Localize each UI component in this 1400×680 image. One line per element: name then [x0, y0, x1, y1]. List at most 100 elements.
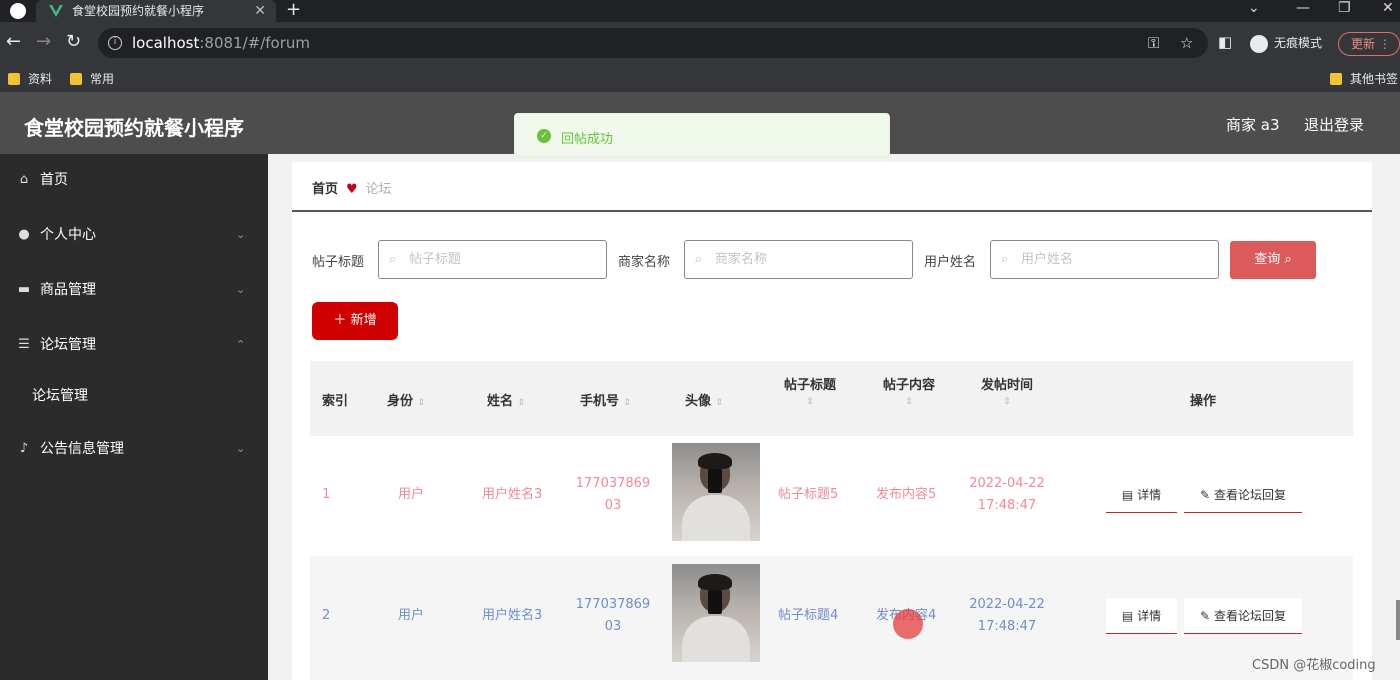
sort-icon[interactable]: ⇕: [1003, 397, 1011, 407]
sidebar: ⌂ 首页 ● 个人中心 ⌄ ▬ 商品管理 ⌄ ☰ 论坛管理 ⌃ 论坛管理 ♪ 公…: [0, 154, 268, 680]
browser-tab[interactable]: 食堂校园预约就餐小程序 ✕: [36, 0, 276, 22]
sidebar-item-label: 论坛管理: [32, 388, 88, 404]
sidebar-item-goods[interactable]: ▬ 商品管理 ⌄: [0, 272, 268, 308]
update-button[interactable]: 更新 ⋮: [1338, 32, 1400, 56]
sidebar-item-label: 论坛管理: [40, 337, 96, 353]
merchant-name-input[interactable]: ⌕ 商家名称: [684, 240, 913, 279]
bookmark-folder-1[interactable]: 资料: [8, 70, 52, 87]
cell-phone: 177037869 03: [575, 476, 651, 513]
sidebar-item-label: 个人中心: [40, 227, 96, 243]
chevron-down-icon: ⌄: [236, 228, 246, 241]
update-label: 更新: [1351, 37, 1376, 51]
avatar-image: [672, 564, 760, 662]
sidebar-item-announcements[interactable]: ♪ 公告信息管理 ⌄: [0, 431, 268, 467]
logout-button[interactable]: 退出登录: [1304, 114, 1364, 135]
bookmark-star-icon[interactable]: ☆: [1180, 28, 1193, 58]
site-info-icon[interactable]: i: [108, 36, 122, 50]
cell-post-time: 2022-04-22 17:48:47: [969, 597, 1045, 634]
cell-post-title: 帖子标题4: [778, 608, 839, 623]
app-title: 食堂校园预约就餐小程序: [24, 116, 244, 140]
incognito-icon: [1250, 34, 1268, 53]
sort-icon[interactable]: ⇕: [716, 398, 724, 408]
address-bar[interactable]: i localhost:8081/#/forum ⚿ ☆: [98, 28, 1208, 58]
sidebar-subitem-forum[interactable]: 论坛管理: [0, 378, 268, 414]
sort-icon[interactable]: ⇕: [518, 398, 526, 408]
sidebar-item-profile[interactable]: ● 个人中心 ⌄: [0, 217, 268, 253]
scrollbar[interactable]: [1396, 600, 1400, 640]
bookmark-label: 资料: [28, 72, 53, 86]
col-role[interactable]: 身份 ⇕: [387, 390, 425, 409]
avatar-image: [672, 443, 760, 541]
search-icon: ⌕: [389, 252, 397, 267]
plus-icon: ＋: [333, 313, 347, 328]
sidebar-item-forum[interactable]: ☰ 论坛管理 ⌃: [0, 327, 268, 363]
detail-button[interactable]: ▤ 详情: [1106, 598, 1177, 634]
vue-logo-icon: [49, 5, 63, 17]
close-window-icon[interactable]: ✕: [1382, 0, 1394, 16]
view-replies-button[interactable]: ✎ 查看论坛回复: [1184, 598, 1302, 634]
breadcrumb-home[interactable]: 首页: [312, 182, 338, 197]
success-toast: ✓ 回帖成功: [514, 113, 890, 157]
chevron-down-icon: ⌄: [236, 442, 246, 455]
col-phone[interactable]: 手机号 ⇕: [580, 390, 631, 409]
merchant-name-label: 商家名称: [618, 255, 671, 270]
cell-name: 用户姓名3: [482, 487, 543, 502]
sort-icon[interactable]: ⇕: [418, 398, 426, 408]
new-tab-icon[interactable]: +: [286, 0, 301, 20]
home-icon: ⌂: [19, 172, 29, 187]
chat-icon: ▬: [17, 282, 31, 297]
other-bookmarks[interactable]: 其他书签: [1330, 70, 1398, 87]
col-actions: 操作: [1190, 394, 1217, 409]
detail-button[interactable]: ▤ 详情: [1106, 477, 1177, 513]
sidebar-toggle-icon[interactable]: ◧: [1218, 31, 1232, 53]
sort-icon[interactable]: ⇕: [806, 397, 814, 407]
close-tab-icon[interactable]: ✕: [254, 0, 266, 22]
view-replies-button[interactable]: ✎ 查看论坛回复: [1184, 477, 1302, 513]
col-post-title[interactable]: 帖子标题 ⇕: [780, 374, 840, 408]
menu-icon: ☰: [18, 337, 30, 352]
minimize-icon[interactable]: —: [1296, 0, 1310, 16]
key-icon[interactable]: ⚿: [1148, 28, 1159, 58]
sidebar-item-label: 公告信息管理: [40, 441, 124, 457]
restore-icon[interactable]: ❐: [1338, 0, 1351, 16]
divider: [292, 210, 1372, 212]
cell-phone: 177037869 03: [575, 597, 651, 634]
cell-post-title: 帖子标题5: [778, 487, 839, 502]
user-name-input[interactable]: ⌕ 用户姓名: [990, 240, 1219, 279]
reload-icon[interactable]: ↻: [66, 31, 81, 53]
sidebar-item-home[interactable]: ⌂ 首页: [0, 162, 268, 198]
url-host: localhost: [132, 34, 200, 52]
post-title-label: 帖子标题: [312, 255, 365, 270]
other-bookmarks-label: 其他书签: [1350, 72, 1399, 86]
browser-menu-icon[interactable]: [10, 3, 26, 19]
col-name[interactable]: 姓名 ⇕: [487, 390, 525, 409]
document-icon: ▤: [1121, 609, 1134, 623]
incognito-indicator[interactable]: 无痕模式: [1250, 34, 1322, 53]
cell-post-time: 2022-04-22 17:48:47: [969, 476, 1045, 513]
sidebar-item-label: 商品管理: [40, 282, 96, 298]
col-post-content[interactable]: 帖子内容 ⇕: [879, 374, 939, 408]
search-icon: ⌕: [1001, 252, 1009, 267]
edit-icon: ✎: [1200, 609, 1211, 623]
add-button[interactable]: ＋ 新增: [312, 302, 398, 340]
col-post-time[interactable]: 发帖时间 ⇕: [977, 374, 1037, 408]
sort-icon[interactable]: ⇕: [905, 397, 913, 407]
sort-icon[interactable]: ⇕: [624, 398, 632, 408]
forward-icon[interactable]: →: [36, 31, 51, 53]
folder-icon: [70, 73, 82, 85]
bookmark-folder-2[interactable]: 常用: [70, 70, 114, 87]
post-title-input[interactable]: ⌕ 帖子标题: [378, 240, 607, 279]
col-avatar[interactable]: 头像 ⇕: [685, 390, 723, 409]
cell-role: 用户: [398, 487, 425, 502]
back-icon[interactable]: ←: [6, 31, 21, 53]
breadcrumb: 首页 ♥ 论坛: [312, 178, 392, 197]
user-name-placeholder: 用户姓名: [1021, 252, 1074, 267]
breadcrumb-current: 论坛: [365, 182, 392, 197]
query-button[interactable]: 查询 ⌕: [1230, 241, 1316, 279]
tab-search-icon[interactable]: ⌄: [1248, 0, 1260, 16]
query-label: 查询: [1254, 252, 1281, 267]
cell-role: 用户: [398, 608, 425, 623]
merchant-name-placeholder: 商家名称: [715, 252, 768, 267]
post-title-placeholder: 帖子标题: [409, 252, 462, 267]
document-icon: ▤: [1121, 488, 1134, 502]
